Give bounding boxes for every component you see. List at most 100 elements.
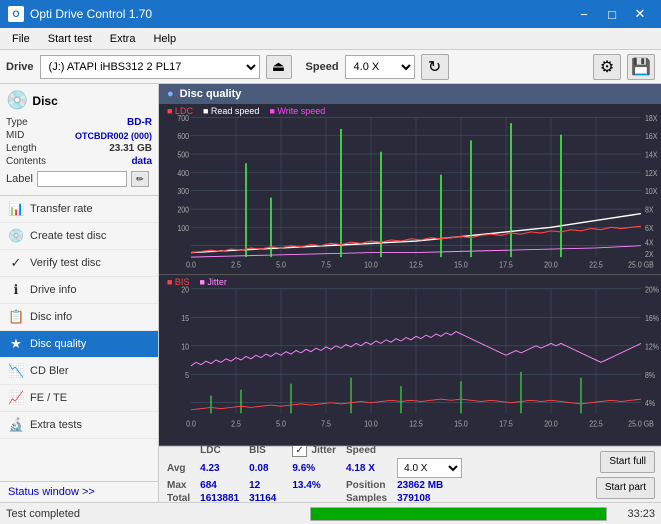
sidebar-item-verify-test-disc[interactable]: ✓ Verify test disc [0, 250, 158, 277]
svg-text:0.0: 0.0 [186, 419, 196, 429]
svg-text:8%: 8% [645, 370, 655, 380]
verify-test-disc-label: Verify test disc [30, 257, 101, 269]
svg-text:12.5: 12.5 [409, 260, 423, 270]
bottom-controls: LDC BIS ✓ Jitter Speed Avg 4.23 0.08 9. [159, 446, 661, 502]
ldc-avg: 4.23 [198, 457, 247, 479]
svg-text:6X: 6X [645, 223, 654, 233]
svg-text:18X: 18X [645, 113, 657, 123]
svg-text:200: 200 [177, 205, 189, 215]
svg-text:7.5: 7.5 [321, 419, 331, 429]
total-row-label: Total [165, 492, 198, 502]
cd-bler-label: CD Bler [30, 365, 69, 377]
speed-select-bottom[interactable]: 4.0 X [397, 458, 462, 478]
close-button[interactable]: ✕ [627, 3, 653, 25]
sidebar-item-transfer-rate[interactable]: 📊 Transfer rate [0, 196, 158, 223]
settings-button[interactable]: ⚙ [593, 54, 621, 80]
start-part-button[interactable]: Start part [596, 477, 655, 499]
svg-text:10X: 10X [645, 187, 657, 197]
fe-te-icon: 📈 [8, 390, 24, 406]
panel-title: Disc quality [180, 88, 242, 100]
disc-header: 💿 Disc [6, 90, 152, 111]
panel-header: ● Disc quality [159, 84, 661, 104]
type-label: Type [6, 117, 28, 128]
svg-text:12%: 12% [645, 342, 659, 352]
svg-text:7.5: 7.5 [321, 260, 331, 270]
speed-select[interactable]: 4.0 X 2.0 X 1.0 X [345, 55, 415, 79]
start-full-button[interactable]: Start full [600, 451, 655, 473]
label-edit-button[interactable]: ✏ [131, 171, 149, 187]
svg-text:15.0: 15.0 [454, 260, 468, 270]
length-label: Length [6, 143, 37, 154]
disc-quality-icon: ★ [8, 336, 24, 352]
transfer-rate-icon: 📊 [8, 201, 24, 217]
drive-select[interactable]: (J:) ATAPI iHBS312 2 PL17 [40, 55, 260, 79]
svg-text:100: 100 [177, 223, 189, 233]
disc-section: 💿 Disc Type BD-R MID OTCBDR002 (000) Len… [0, 84, 158, 196]
position-value: 23862 MB [395, 479, 470, 492]
svg-text:25.0 GB: 25.0 GB [628, 260, 654, 270]
svg-text:15.0: 15.0 [454, 419, 468, 429]
disc-title: Disc [32, 94, 57, 108]
sidebar: 💿 Disc Type BD-R MID OTCBDR002 (000) Len… [0, 84, 159, 502]
sidebar-item-fe-te[interactable]: 📈 FE / TE [0, 385, 158, 412]
disc-info-label: Disc info [30, 311, 72, 323]
svg-text:25.0 GB: 25.0 GB [628, 419, 654, 429]
main-layout: 💿 Disc Type BD-R MID OTCBDR002 (000) Len… [0, 84, 661, 502]
svg-text:4%: 4% [645, 399, 655, 409]
extra-tests-icon: 🔬 [8, 417, 24, 433]
svg-text:500: 500 [177, 150, 189, 160]
save-button[interactable]: 💾 [627, 54, 655, 80]
disc-rows: Type BD-R MID OTCBDR002 (000) Length 23.… [6, 117, 152, 187]
mid-value: OTCBDR002 (000) [75, 131, 152, 141]
svg-text:2.5: 2.5 [231, 260, 241, 270]
svg-text:0.0: 0.0 [186, 260, 196, 270]
menu-file[interactable]: File [4, 31, 38, 47]
label-input[interactable] [37, 171, 127, 187]
speed-value: 4.18 X [344, 457, 395, 479]
svg-text:12X: 12X [645, 168, 657, 178]
cd-bler-icon: 📉 [8, 363, 24, 379]
bis-total: 31164 [247, 492, 284, 502]
svg-text:600: 600 [177, 132, 189, 142]
toolbar: Drive (J:) ATAPI iHBS312 2 PL17 ⏏ Speed … [0, 50, 661, 84]
svg-text:10: 10 [181, 342, 189, 352]
samples-value: 379108 [395, 492, 470, 502]
create-test-disc-label: Create test disc [30, 230, 106, 242]
sidebar-item-create-test-disc[interactable]: 💿 Create test disc [0, 223, 158, 250]
menu-start-test[interactable]: Start test [40, 31, 100, 47]
length-value: 23.31 GB [109, 143, 152, 154]
disc-type-row: Type BD-R [6, 117, 152, 128]
svg-text:2X: 2X [645, 250, 654, 260]
verify-test-disc-icon: ✓ [8, 255, 24, 271]
bis-avg: 0.08 [247, 457, 284, 479]
disc-icon: 💿 [6, 90, 28, 111]
disc-quality-label: Disc quality [30, 338, 86, 350]
sidebar-item-disc-quality[interactable]: ★ Disc quality [0, 331, 158, 358]
menu-extra[interactable]: Extra [102, 31, 144, 47]
disc-length-row: Length 23.31 GB [6, 143, 152, 154]
samples-label: Samples [344, 492, 395, 502]
create-test-disc-icon: 💿 [8, 228, 24, 244]
sidebar-item-cd-bler[interactable]: 📉 CD Bler [0, 358, 158, 385]
svg-text:12.5: 12.5 [409, 419, 423, 429]
menu-help[interactable]: Help [145, 31, 184, 47]
title-bar: O Opti Drive Control 1.70 − □ ✕ [0, 0, 661, 28]
svg-text:14X: 14X [645, 150, 657, 160]
sidebar-item-disc-info[interactable]: 📋 Disc info [0, 304, 158, 331]
app-icon: O [8, 6, 24, 22]
eject-button[interactable]: ⏏ [266, 55, 292, 79]
svg-text:400: 400 [177, 168, 189, 178]
svg-text:22.5: 22.5 [589, 260, 603, 270]
extra-tests-label: Extra tests [30, 419, 82, 431]
fe-te-label: FE / TE [30, 392, 67, 404]
minimize-button[interactable]: − [571, 3, 597, 25]
sidebar-item-drive-info[interactable]: ℹ Drive info [0, 277, 158, 304]
maximize-button[interactable]: □ [599, 3, 625, 25]
speed-label: Speed [306, 61, 339, 73]
refresh-button[interactable]: ↻ [421, 54, 449, 80]
jitter-legend: ■ Jitter [199, 277, 226, 287]
transfer-rate-label: Transfer rate [30, 203, 93, 215]
sidebar-item-extra-tests[interactable]: 🔬 Extra tests [0, 412, 158, 439]
chart2-svg: 20 15 10 5 20% 16% 12% 8% 4% 0.0 2.5 5.0… [161, 277, 661, 443]
status-window-button[interactable]: Status window >> [0, 481, 158, 502]
